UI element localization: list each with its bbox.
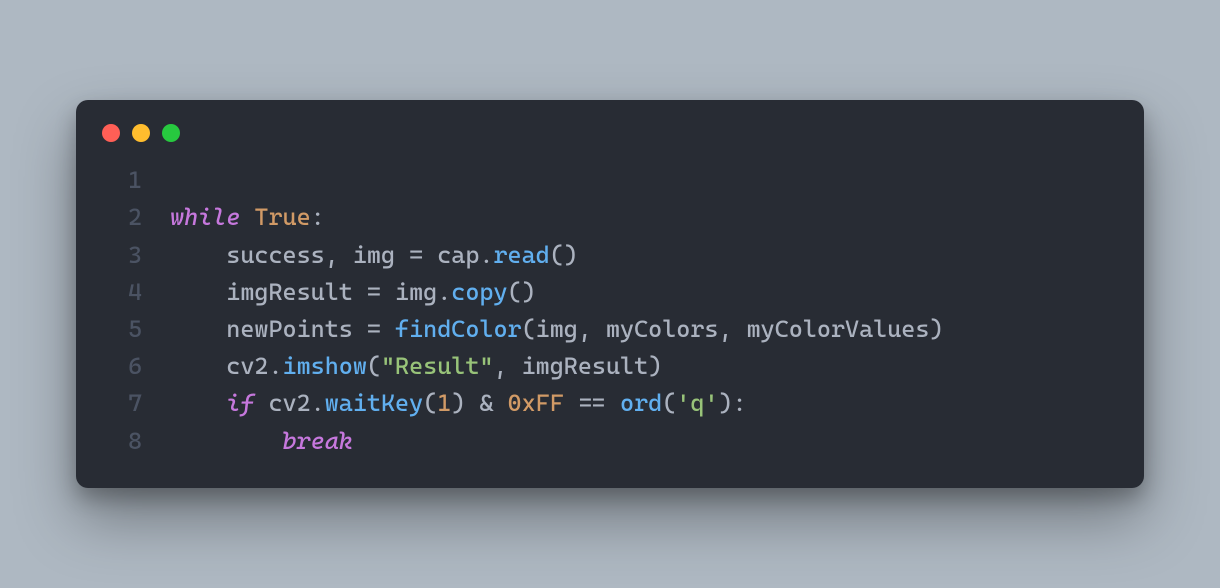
dot: . [479,241,493,269]
string: 'q' [676,389,718,417]
colon: : [311,203,325,231]
eqeq: == [564,389,620,417]
parens: () [508,278,536,306]
hex-literal: 0xFF [508,389,564,417]
identifier: myColorValues [747,315,930,343]
keyword-while: while [170,203,240,231]
method-imshow: imshow [283,352,367,380]
titlebar [76,124,1144,162]
line-number: 6 [102,348,142,385]
zoom-icon[interactable] [162,124,180,142]
number: 1 [437,389,451,417]
dot: . [311,389,325,417]
identifier: cap [437,241,479,269]
line-number: 8 [102,423,142,460]
code-content: while True: [170,199,325,236]
rparen: ) [718,389,732,417]
identifier: newPoints [226,315,353,343]
code-line: 6 cv2.imshow("Result", imgResult) [102,348,1118,385]
comma: , [578,315,606,343]
identifier: img [536,315,578,343]
builtin-ord: ord [620,389,662,417]
code-content: break [170,423,353,460]
editor-window: 1 2 while True: 3 success, img = cap.rea… [76,100,1144,488]
close-icon[interactable] [102,124,120,142]
line-number: 3 [102,237,142,274]
code-line: 5 newPoints = findColor(img, myColors, m… [102,311,1118,348]
identifier: cv2 [226,352,268,380]
identifier: img [353,241,395,269]
code-content: if cv2.waitKey(1) & 0xFF == ord('q'): [170,385,747,422]
comma: , [493,352,521,380]
constant-true: True [254,203,310,231]
identifier: myColors [606,315,719,343]
rparen: ) [451,389,465,417]
keyword-if: if [226,389,254,417]
method-copy: copy [451,278,507,306]
keyword-break: break [283,427,353,455]
assign: = [395,241,437,269]
identifier: imgResult [522,352,649,380]
code-line: 8 break [102,423,1118,460]
identifier: imgResult [226,278,353,306]
code-line: 7 if cv2.waitKey(1) & 0xFF == ord('q'): [102,385,1118,422]
minimize-icon[interactable] [132,124,150,142]
code-line: 1 [102,162,1118,199]
dot: . [268,352,282,380]
lparen: ( [522,315,536,343]
line-number: 5 [102,311,142,348]
function-findColor: findColor [395,315,522,343]
comma: , [325,241,353,269]
code-content: success, img = cap.read() [170,237,578,274]
lparen: ( [423,389,437,417]
comma: , [718,315,746,343]
colon: : [733,389,747,417]
identifier: img [395,278,437,306]
lparen: ( [367,352,381,380]
code-line: 3 success, img = cap.read() [102,237,1118,274]
method-waitKey: waitKey [325,389,423,417]
bitand: & [465,389,507,417]
code-content: cv2.imshow("Result", imgResult) [170,348,662,385]
string: "Result" [381,352,494,380]
identifier: cv2 [268,389,310,417]
dot: . [437,278,451,306]
line-number: 7 [102,385,142,422]
code-line: 2 while True: [102,199,1118,236]
rparen: ) [929,315,943,343]
identifier: success [226,241,324,269]
line-number: 2 [102,199,142,236]
lparen: ( [662,389,676,417]
assign: = [353,315,395,343]
line-number: 4 [102,274,142,311]
line-number: 1 [102,162,142,199]
code-content: imgResult = img.copy() [170,274,536,311]
code-block[interactable]: 1 2 while True: 3 success, img = cap.rea… [76,162,1144,460]
assign: = [353,278,395,306]
code-content: newPoints = findColor(img, myColors, myC… [170,311,943,348]
parens: () [550,241,578,269]
code-line: 4 imgResult = img.copy() [102,274,1118,311]
rparen: ) [648,352,662,380]
method-read: read [493,241,549,269]
